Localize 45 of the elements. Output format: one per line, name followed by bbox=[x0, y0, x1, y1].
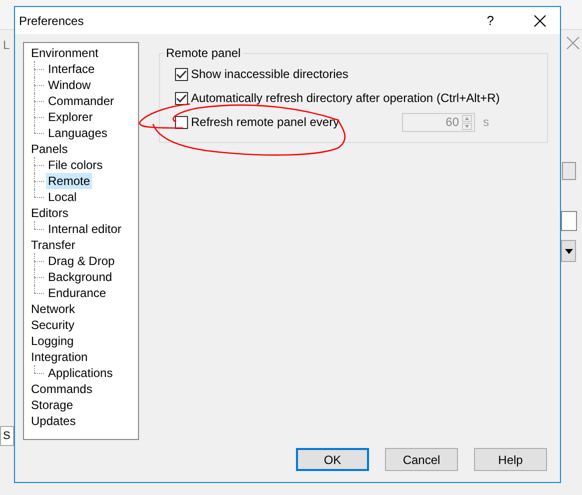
tree-item[interactable]: Commander bbox=[46, 93, 116, 109]
tree-item[interactable]: File colors bbox=[46, 157, 105, 173]
tree-item[interactable]: Panels bbox=[29, 141, 70, 157]
help-button[interactable]: ? bbox=[486, 10, 494, 30]
tab[interactable]: S bbox=[0, 426, 14, 446]
check-icon bbox=[176, 70, 187, 78]
tree-item[interactable]: Remote bbox=[46, 173, 92, 189]
tree-item[interactable]: Languages bbox=[46, 125, 110, 141]
tree-item[interactable]: Window bbox=[46, 77, 93, 93]
tree-item[interactable]: Editors bbox=[29, 205, 70, 221]
panel-label: L bbox=[3, 38, 10, 52]
tree-item[interactable]: Internal editor bbox=[46, 221, 124, 237]
tree-item[interactable]: Logging bbox=[29, 333, 76, 349]
window-title: Preferences bbox=[19, 12, 84, 30]
tree-item[interactable]: Storage bbox=[29, 397, 76, 413]
tree-item[interactable]: Interface bbox=[46, 61, 97, 77]
checkbox[interactable] bbox=[175, 92, 188, 104]
checkbox-label: Show inaccessible directories bbox=[191, 66, 348, 83]
tree-item[interactable]: Applications bbox=[46, 365, 115, 381]
tree-item[interactable]: Background bbox=[46, 269, 114, 285]
checkbox[interactable] bbox=[175, 116, 188, 128]
dialog-button[interactable]: OK bbox=[296, 448, 369, 471]
check-icon bbox=[176, 94, 187, 102]
checkbox-label: Automatically refresh directory after operation (Ctrl+Alt+R) bbox=[191, 90, 500, 107]
tree-item[interactable]: Transfer bbox=[29, 237, 78, 253]
tree-item[interactable]: Explorer bbox=[46, 109, 95, 125]
tree-item[interactable]: Security bbox=[29, 317, 76, 333]
close-icon[interactable] bbox=[534, 14, 546, 26]
checkbox-label: Refresh remote panel every bbox=[191, 114, 340, 131]
tree-item[interactable]: Network bbox=[29, 301, 78, 317]
caret-icon bbox=[564, 248, 572, 254]
dialog-button[interactable]: Help bbox=[474, 448, 547, 471]
tree-item[interactable]: Integration bbox=[29, 349, 90, 365]
checkbox[interactable] bbox=[175, 68, 188, 80]
dropdown-button[interactable] bbox=[561, 240, 576, 262]
group-title: Remote panel bbox=[164, 45, 243, 61]
tree-item[interactable]: Endurance bbox=[46, 285, 108, 301]
tree-item[interactable]: Drag & Drop bbox=[46, 253, 117, 269]
input-field[interactable] bbox=[561, 211, 577, 231]
dialog-button[interactable]: Cancel bbox=[385, 448, 458, 471]
tree-item[interactable]: Commands bbox=[29, 381, 94, 397]
tree-item[interactable]: Environment bbox=[29, 45, 100, 61]
tree-item[interactable]: Updates bbox=[29, 413, 78, 429]
unit-label: s bbox=[483, 114, 489, 131]
tree-item[interactable]: Local bbox=[46, 189, 79, 205]
